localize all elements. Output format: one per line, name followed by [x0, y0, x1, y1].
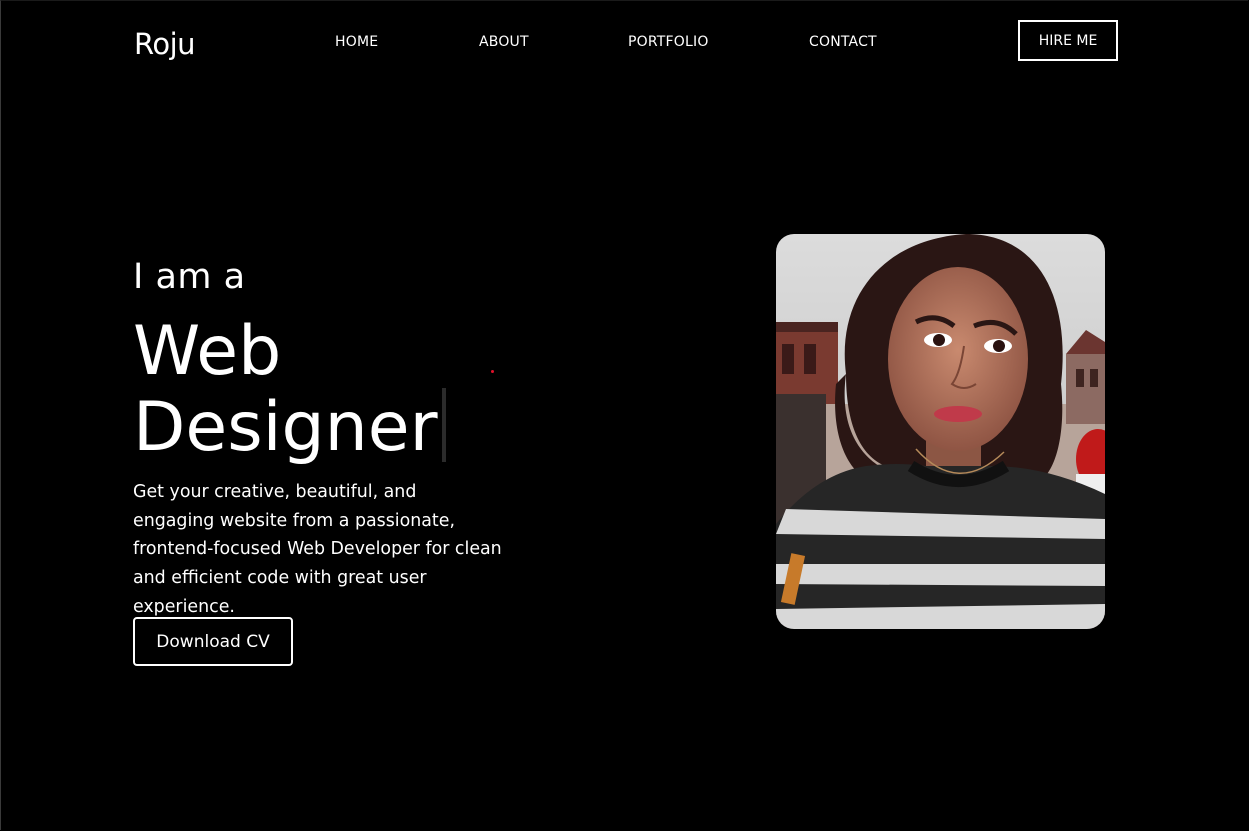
nav-portfolio-link[interactable]: PORTFOLIO	[628, 33, 709, 51]
nav-about-link[interactable]: ABOUT	[479, 33, 529, 51]
brand-logo[interactable]: Roju	[134, 24, 196, 64]
nav-contact-link[interactable]: CONTACT	[809, 33, 877, 51]
typing-caret	[441, 388, 446, 462]
hero-description: Get your creative, beautiful, and engagi…	[133, 482, 502, 617]
hire-me-button[interactable]: HIRE ME	[1018, 20, 1118, 61]
hero-role-line-2: Designer	[133, 388, 446, 466]
hero-role-word-2: Designer	[133, 388, 438, 467]
download-cv-button[interactable]: Download CV	[133, 617, 293, 666]
profile-photo	[776, 234, 1105, 629]
nav-home-link[interactable]: HOME	[335, 33, 378, 51]
hero-intro: I am a	[133, 257, 246, 297]
hero-role-line-1: Web	[133, 314, 281, 390]
hero-role-word-1: Web	[133, 312, 282, 391]
cursor-dot	[491, 370, 494, 373]
